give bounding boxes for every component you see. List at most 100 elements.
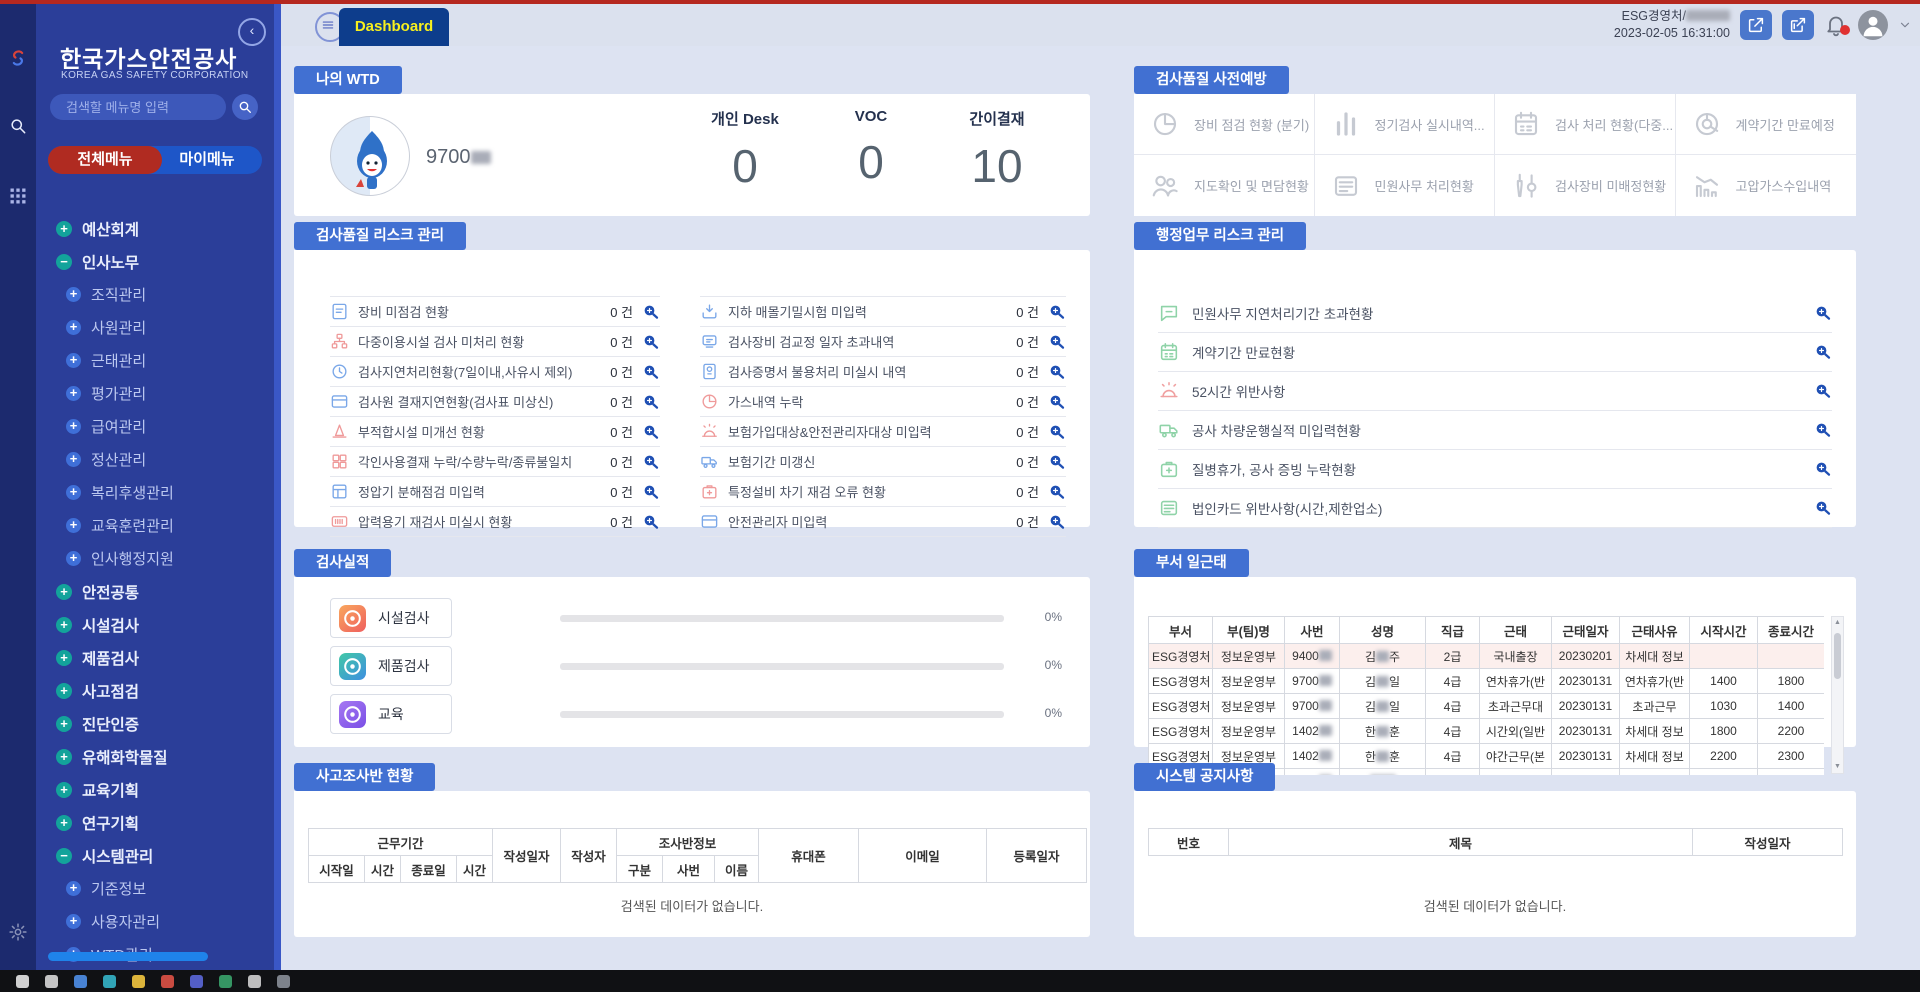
risk-row[interactable]: 정압기 분해점검 미입력0 건 — [330, 477, 660, 507]
taskbar-app-icon[interactable] — [277, 975, 290, 988]
sidebar-item-복리후생관리[interactable]: +복리후생관리 — [36, 476, 274, 509]
table-row[interactable]: ESG경영처정보운영부9400김주2급국내출장20230201차세대 정보 — [1149, 644, 1825, 669]
admin-risk-row[interactable]: 52시간 위반사항 — [1158, 372, 1832, 411]
sidebar-collapse-button[interactable]: ‹ — [238, 18, 266, 46]
magnifier-button[interactable] — [1814, 499, 1832, 517]
taskbar-app-icon[interactable] — [248, 975, 261, 988]
sidebar-scrollbar[interactable] — [48, 952, 208, 961]
prevention-cell-민원사무 처리현황[interactable]: 민원사무 처리현황 — [1315, 155, 1496, 216]
magnifier-button[interactable] — [1814, 421, 1832, 439]
prevention-cell-장비 점검 현황 (분기)[interactable]: 장비 점검 현황 (분기) — [1134, 94, 1315, 155]
table-row[interactable]: ESG경영처정보운영부1402한훈4급시간외(일반20230131차세대 정보1… — [1149, 719, 1825, 744]
risk-row[interactable]: 압력용기 재검사 미실시 현황0 건 — [330, 507, 660, 537]
prevention-cell-고압가스수입내역[interactable]: 고압가스수입내역 — [1676, 155, 1857, 216]
chevron-down-icon[interactable] — [1898, 18, 1912, 32]
admin-risk-row[interactable]: 계약기간 만료현황 — [1158, 333, 1832, 372]
sidebar-item-급여관리[interactable]: +급여관리 — [36, 410, 274, 443]
sidebar-item-시설검사[interactable]: +시설검사 — [36, 608, 274, 641]
risk-row[interactable]: 검사지연처리현황(7일이내,사유시 제외)0 건 — [330, 357, 660, 387]
user-avatar[interactable] — [1858, 10, 1888, 40]
magnifier-button[interactable] — [1814, 460, 1832, 478]
risk-row[interactable]: 각인사용결재 누락/수량누락/종류불일치0 건 — [330, 447, 660, 477]
sidebar-item-유해화학물질[interactable]: +유해화학물질 — [36, 740, 274, 773]
taskbar-app-icon[interactable] — [45, 975, 58, 988]
risk-row[interactable]: 검사장비 검교정 일자 초과내역0 건 — [700, 327, 1066, 357]
magnifier-button[interactable] — [1048, 363, 1066, 381]
risk-row[interactable]: 보험가입대상&안전관리자대상 미입력0 건 — [700, 417, 1066, 447]
taskbar-app-icon[interactable] — [161, 975, 174, 988]
magnifier-button[interactable] — [642, 393, 660, 411]
tab-my-menu[interactable]: 마이메뉴 — [152, 146, 262, 174]
attendance-scrollbar[interactable]: ▲ ▼ — [1831, 616, 1844, 774]
performance-button-교육[interactable]: 교육 — [330, 694, 452, 734]
risk-row[interactable]: 안전관리자 미입력0 건 — [700, 507, 1066, 537]
risk-row[interactable]: 다중이용시설 검사 미처리 현황0 건 — [330, 327, 660, 357]
scroll-up-arrow[interactable]: ▲ — [1832, 617, 1843, 629]
risk-row[interactable]: 장비 미점검 현황0 건 — [330, 297, 660, 327]
sidebar-item-인사노무[interactable]: −인사노무 — [36, 245, 274, 278]
tab-all-menu[interactable]: 전체메뉴 — [48, 146, 162, 174]
sidebar-item-예산회계[interactable]: +예산회계 — [36, 212, 274, 245]
taskbar-app-icon[interactable] — [219, 975, 232, 988]
magnifier-button[interactable] — [1048, 483, 1066, 501]
admin-risk-row[interactable]: 공사 차량운행실적 미입력현황 — [1158, 411, 1832, 450]
sidebar-item-평가관리[interactable]: +평가관리 — [36, 377, 274, 410]
gear-icon[interactable] — [8, 922, 28, 942]
magnifier-button[interactable] — [1814, 343, 1832, 361]
sidebar-item-정산관리[interactable]: +정산관리 — [36, 443, 274, 476]
sidebar-item-교육훈련관리[interactable]: +교육훈련관리 — [36, 509, 274, 542]
sidebar-item-사고점검[interactable]: +사고점검 — [36, 674, 274, 707]
scrollbar-thumb[interactable] — [1834, 633, 1841, 679]
app-grid-icon[interactable] — [8, 186, 28, 206]
open-window-button[interactable] — [1740, 10, 1772, 40]
table-row[interactable]: ESG경영처정보운영부9700김일4급초과근무대20230131초과근무1030… — [1149, 694, 1825, 719]
magnifier-button[interactable] — [642, 483, 660, 501]
magnifier-button[interactable] — [1048, 393, 1066, 411]
risk-row[interactable]: 보험기간 미갱신0 건 — [700, 447, 1066, 477]
sidebar-item-사용자관리[interactable]: +사용자관리 — [36, 905, 274, 938]
taskbar-app-icon[interactable] — [190, 975, 203, 988]
sidebar-item-안전공통[interactable]: +안전공통 — [36, 575, 274, 608]
magnifier-button[interactable] — [1048, 333, 1066, 351]
performance-button-제품검사[interactable]: 제품검사 — [330, 646, 452, 686]
menu-search-input[interactable] — [64, 99, 218, 116]
open-multi-window-button[interactable] — [1782, 10, 1814, 40]
tab-dashboard[interactable]: Dashboard — [339, 8, 449, 46]
table-row[interactable]: ESG경영처정보운영부9700김일4급연차휴가(반20230131연차휴가(반1… — [1149, 669, 1825, 694]
sidebar-item-근태관리[interactable]: +근태관리 — [36, 344, 274, 377]
magnifier-button[interactable] — [1048, 453, 1066, 471]
performance-button-시설검사[interactable]: 시설검사 — [330, 598, 452, 638]
search-icon[interactable] — [8, 116, 28, 136]
taskbar-app-icon[interactable] — [16, 975, 29, 988]
magnifier-button[interactable] — [1048, 423, 1066, 441]
sidebar-item-제품검사[interactable]: +제품검사 — [36, 641, 274, 674]
taskbar-app-icon[interactable] — [132, 975, 145, 988]
taskbar-app-icon[interactable] — [103, 975, 116, 988]
magnifier-button[interactable] — [642, 303, 660, 321]
magnifier-button[interactable] — [642, 453, 660, 471]
risk-row[interactable]: 지하 매몰기밀시험 미입력0 건 — [700, 297, 1066, 327]
risk-row[interactable]: 특정설비 차기 재검 오류 현황0 건 — [700, 477, 1066, 507]
risk-row[interactable]: 검사증명서 불용처리 미실시 내역0 건 — [700, 357, 1066, 387]
sidebar-item-연구기획[interactable]: +연구기획 — [36, 806, 274, 839]
sidebar-item-시스템관리[interactable]: −시스템관리 — [36, 839, 274, 872]
prevention-cell-검사 처리 현황(다중...[interactable]: 검사 처리 현황(다중... — [1495, 94, 1676, 155]
admin-risk-row[interactable]: 법인카드 위반사항(시간,제한업소) — [1158, 489, 1832, 528]
prevention-cell-정기검사 실시내역...[interactable]: 정기검사 실시내역... — [1315, 94, 1496, 155]
magnifier-button[interactable] — [642, 513, 660, 531]
taskbar-app-icon[interactable] — [74, 975, 87, 988]
sidebar-item-교육기획[interactable]: +교육기획 — [36, 773, 274, 806]
sidebar-item-사원관리[interactable]: +사원관리 — [36, 311, 274, 344]
admin-risk-row[interactable]: 질병휴가, 공사 증빙 누락현황 — [1158, 450, 1832, 489]
magnifier-button[interactable] — [1814, 304, 1832, 322]
risk-row[interactable]: 가스내역 누락0 건 — [700, 387, 1066, 417]
menu-search-button[interactable] — [232, 94, 258, 120]
prevention-cell-검사장비 미배정현황[interactable]: 검사장비 미배정현황 — [1495, 155, 1676, 216]
magnifier-button[interactable] — [1814, 382, 1832, 400]
magnifier-button[interactable] — [642, 423, 660, 441]
sidebar-item-인사행정지원[interactable]: +인사행정지원 — [36, 542, 274, 575]
menu-search-field[interactable] — [50, 94, 226, 120]
magnifier-button[interactable] — [642, 333, 660, 351]
sidebar-item-진단인증[interactable]: +진단인증 — [36, 707, 274, 740]
notification-bell-icon[interactable] — [1824, 13, 1848, 37]
